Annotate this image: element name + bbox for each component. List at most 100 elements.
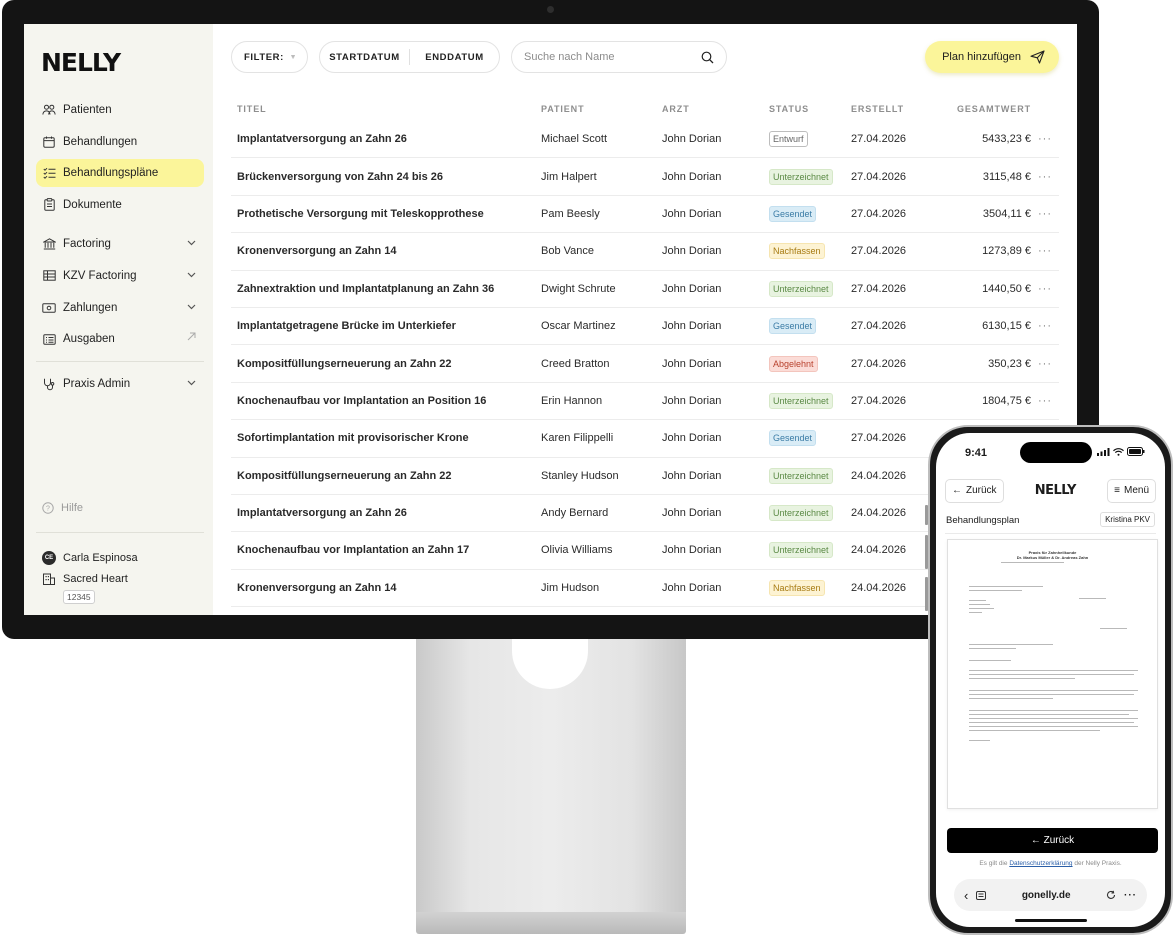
table-row[interactable]: Knochenaufbau vor Implantation an Positi… (231, 383, 1059, 421)
created-date: 27.04.2026 (851, 133, 907, 146)
doc-text-line (969, 604, 991, 606)
doc-text-line (969, 678, 1075, 680)
browser-back-icon[interactable]: ‹ (964, 888, 968, 903)
patient-name: Jim Halpert (541, 170, 597, 183)
table-row[interactable]: Kompositfüllungserneuerung an Zahn 22 Cre… (231, 345, 1059, 383)
patients-icon (42, 103, 56, 117)
sidebar-item-label: Behandlungen (63, 135, 138, 148)
start-date-button[interactable]: STARTDATUM (320, 52, 409, 63)
status-badge: Nachfassen (769, 579, 825, 596)
add-plan-label: Plan hinzufügen (942, 51, 1021, 63)
reload-icon[interactable] (1106, 890, 1116, 900)
more-icon[interactable]: ··· (1031, 133, 1059, 145)
search-input[interactable] (524, 51, 701, 63)
plan-title: Knochenaufbau vor Implantation an Positi… (237, 394, 487, 407)
status-badge: Unterzeichnet (769, 280, 833, 297)
toolbar: FILTER: STARTDATUM ENDDATUM Plan hinzufü… (231, 41, 1059, 73)
total-value: 5433,23 € (982, 133, 1031, 146)
sidebar-item-behandlungen[interactable]: Behandlungen (36, 128, 204, 156)
phone-back-button[interactable]: ← Zurück (945, 478, 1004, 503)
sidebar-item-dokumente[interactable]: Dokumente (36, 191, 204, 219)
patient-name: Karen Filippelli (541, 432, 614, 445)
patient-name: Oscar Martinez (541, 320, 616, 333)
status-badge: Unterzeichnet (769, 542, 833, 559)
patient-name: Erin Hannon (541, 394, 603, 407)
col-doctor[interactable]: ARZT (662, 104, 769, 114)
more-icon[interactable]: ··· (1031, 245, 1059, 257)
nav-separator (36, 222, 204, 230)
doc-text-line (969, 718, 1138, 720)
sidebar-item-praxis-admin[interactable]: Praxis Admin (36, 370, 204, 398)
doctor-name: John Dorian (662, 170, 722, 183)
doc-text-line (969, 644, 1054, 646)
practice-id-badge: 12345 (63, 590, 95, 604)
more-icon[interactable]: ··· (1031, 320, 1059, 332)
status-badge: Abgelehnt (769, 355, 818, 372)
created-date: 24.04.2026 (851, 544, 907, 557)
table-row[interactable]: Implantatgetragene Brücke im Unterkiefer… (231, 308, 1059, 346)
doc-subheading: Dr. Markus Müller & Dr. Andreas Zahn (1016, 555, 1089, 560)
col-total[interactable]: GESAMTWERT (926, 104, 1031, 114)
browser-more-icon[interactable]: ··· (1124, 890, 1137, 901)
chevron-down-icon (187, 269, 196, 281)
table-row[interactable]: Kronenversorgung an Zahn 14 Bob Vance John… (231, 233, 1059, 271)
doc-text-line (969, 730, 1100, 732)
phone-menu-button[interactable]: ≡ Menü (1107, 478, 1156, 503)
table-row[interactable]: Implantatversorgung an Zahn 26 Michael Sc… (231, 121, 1059, 159)
more-icon[interactable]: ··· (1031, 283, 1059, 295)
table-row[interactable]: Zahnextraktion und Implantatplanung an Z… (231, 271, 1059, 308)
more-icon[interactable]: ··· (1031, 171, 1059, 183)
sidebar-item-patienten[interactable]: Patienten (36, 96, 204, 124)
tabs-icon[interactable] (976, 890, 987, 900)
sidebar-item-ausgaben[interactable]: Ausgaben (36, 325, 204, 353)
external-link-icon (187, 332, 196, 344)
total-value: 1273,89 € (982, 245, 1031, 258)
privacy-link[interactable]: Datenschutzerklärung (1009, 860, 1072, 867)
user-block[interactable]: CE Carla Espinosa Sacred Heart 12345 (42, 547, 138, 604)
help-label: Hilfe (61, 502, 84, 514)
col-created[interactable]: ERSTELLT (851, 104, 926, 114)
sidebar-item-label: Zahlungen (63, 301, 118, 314)
more-icon[interactable]: ··· (1031, 395, 1059, 407)
zurueck-button[interactable]: ← Zurück (947, 828, 1158, 853)
total-value: 1804,75 € (982, 394, 1031, 407)
brand-logo[interactable]: NELLY (41, 48, 121, 77)
doc-text-line (969, 648, 1016, 650)
checklist-icon (42, 166, 56, 180)
sidebar-item-factoring[interactable]: Factoring (36, 230, 204, 258)
document-preview[interactable]: Praxis für Zahnheilkunde Dr. Markus Müll… (947, 539, 1158, 809)
privacy-note: Es gilt die Datenschutzerklärung der Nel… (936, 860, 1165, 867)
col-patient[interactable]: PATIENT (541, 104, 662, 114)
doc-text-line (969, 714, 1130, 716)
sidebar-item-kzv-factoring[interactable]: KZV Factoring (36, 262, 204, 290)
filter-button[interactable]: FILTER: (231, 41, 308, 73)
phone-logo[interactable]: NELLY (1004, 483, 1108, 498)
url-field[interactable]: gonelly.de (994, 890, 1098, 901)
table-row[interactable]: Prothetische Versorgung mit Teleskopprot… (231, 196, 1059, 234)
col-title[interactable]: TITEL (231, 104, 541, 114)
table-row[interactable]: Brückenversorgung von Zahn 24 bis 26 Jim … (231, 158, 1059, 196)
svg-text:?: ? (46, 506, 50, 513)
patient-name: Andy Bernard (541, 507, 609, 520)
doc-text-line (969, 722, 1134, 724)
banknote-icon (42, 301, 56, 315)
more-icon[interactable]: ··· (1031, 208, 1059, 220)
total-value: 3115,48 € (982, 170, 1031, 183)
camera (547, 6, 554, 13)
doc-text-line (1099, 628, 1128, 630)
privacy-pre: Es gilt die (979, 860, 1010, 867)
col-status[interactable]: STATUS (769, 104, 851, 114)
status-badge: Gesendet (769, 205, 817, 222)
doc-text-line (969, 600, 986, 602)
status-icons (1097, 447, 1145, 456)
more-icon[interactable]: ··· (1031, 358, 1059, 370)
search-icon[interactable] (701, 51, 714, 64)
sidebar-item-label: Factoring (63, 238, 111, 251)
help-link[interactable]: ? Hilfe (42, 502, 83, 514)
status-badge: Entwurf (769, 131, 808, 148)
sidebar-item-behandlungspläne[interactable]: Behandlungspläne (36, 159, 204, 188)
sidebar-item-zahlungen[interactable]: Zahlungen (36, 294, 204, 322)
add-plan-button[interactable]: Plan hinzufügen (925, 41, 1059, 73)
phone-header: ← Zurück NELLY ≡ Menü (945, 477, 1156, 504)
end-date-button[interactable]: ENDDATUM (410, 52, 499, 63)
